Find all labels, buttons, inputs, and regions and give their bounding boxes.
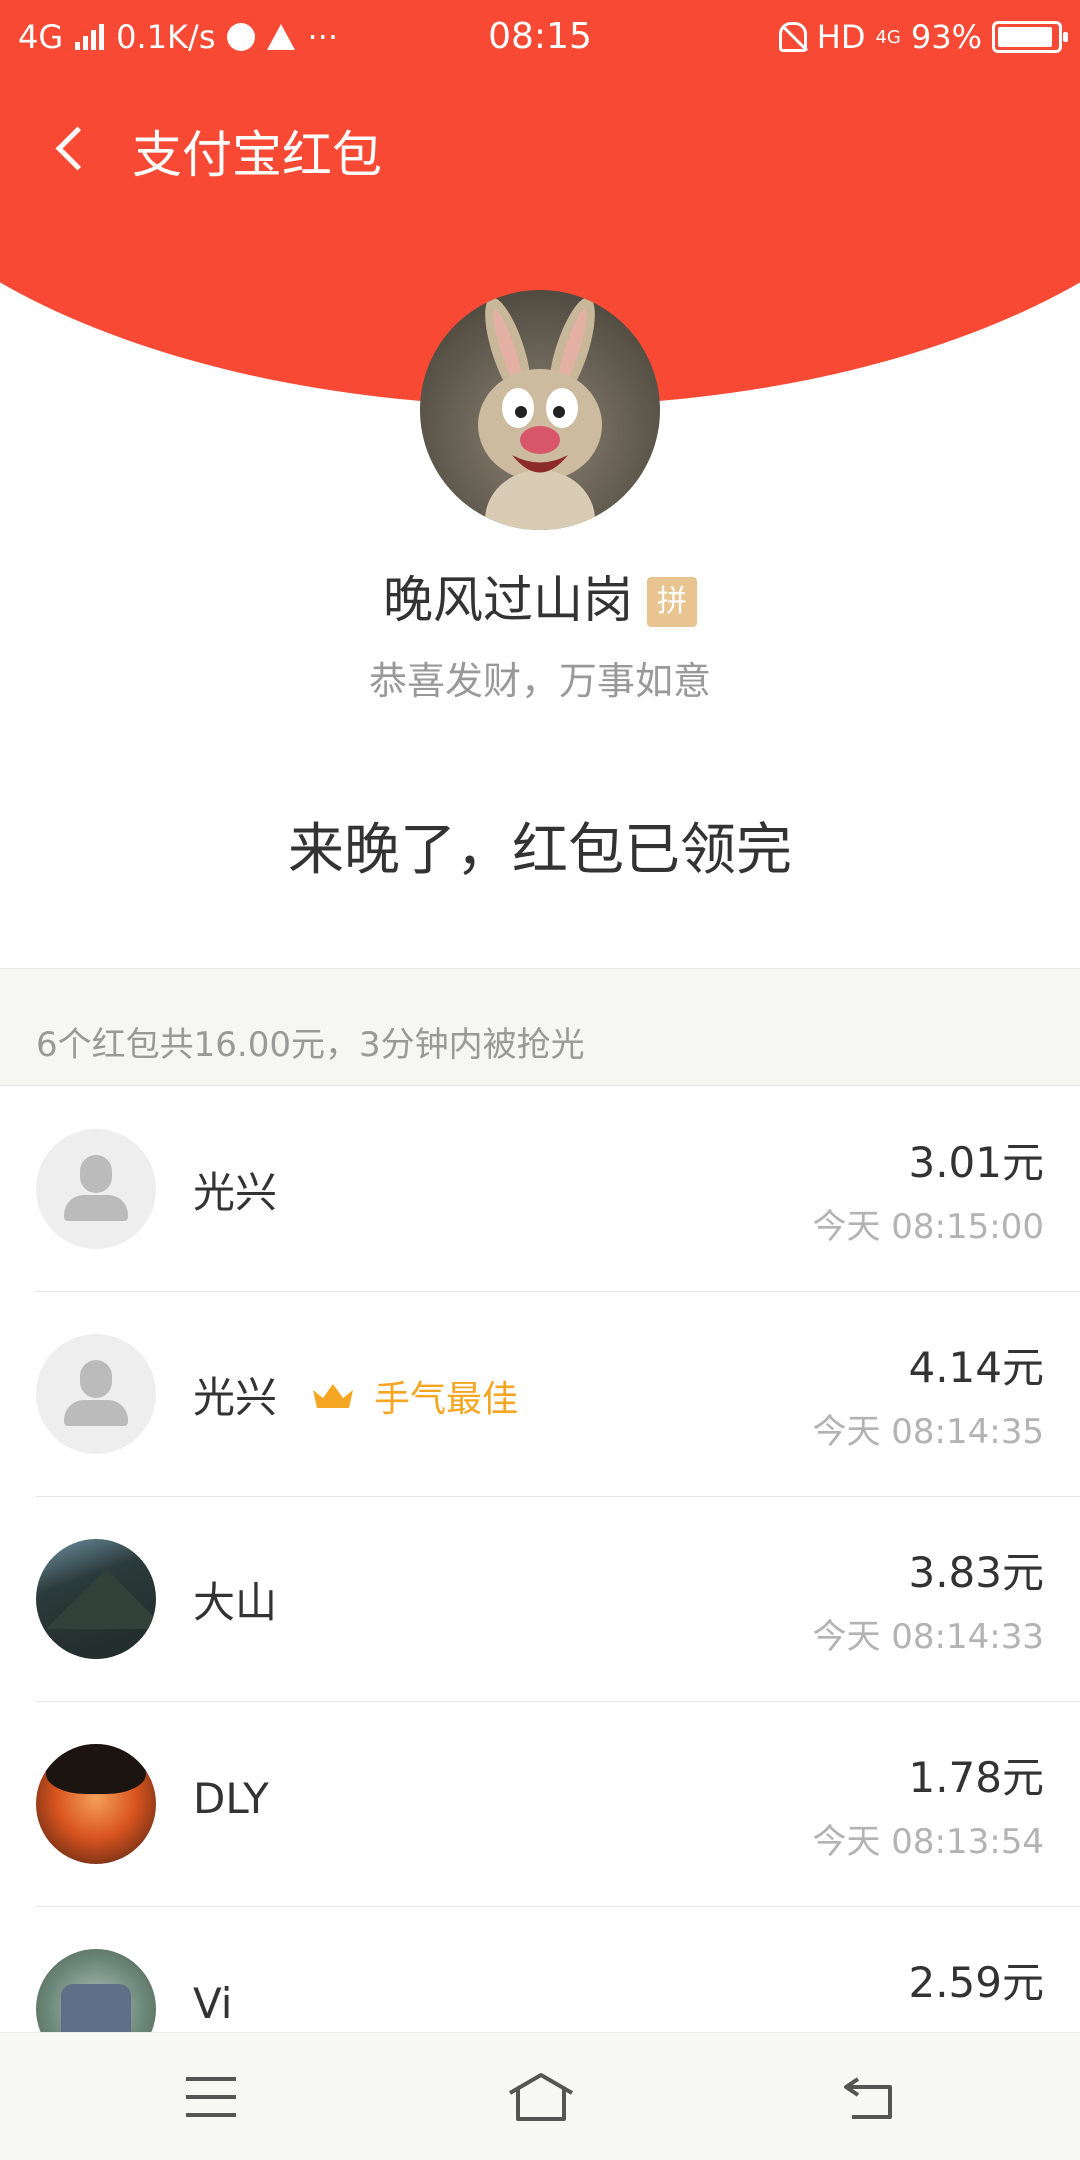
battery-fill — [998, 27, 1052, 47]
recipient-amount: 3.83元 — [908, 1548, 1044, 1597]
menu-icon[interactable] — [186, 2077, 236, 2117]
recipient-amount: 3.01元 — [908, 1138, 1044, 1187]
mute-icon — [778, 22, 807, 52]
recipient-amount: 4.14元 — [908, 1343, 1044, 1392]
summary-band: 6个红包共16.00元，3分钟内被抢光 — [0, 968, 1080, 1086]
list-item[interactable]: 大山 3.83元 今天 08:14:33 — [0, 1497, 1080, 1702]
best-luck-badge: 手气最佳 — [310, 1370, 518, 1422]
anime-avatar — [36, 1744, 156, 1864]
red-packet-detail-page: 4G 0.1K/s ··· 08:15 HD 4G 93% 支付宝红包 晚风过山… — [0, 0, 1080, 2160]
recipient-name: DLY — [193, 1774, 269, 1823]
status-message: 来晚了，红包已领完 — [288, 818, 792, 883]
recipient-list: 光兴 3.01元 今天 08:15:00 光兴 手气最佳 4.14元 今天 08… — [0, 1087, 1080, 2112]
recipient-name: Vi — [193, 1979, 233, 2028]
crown-icon — [310, 1380, 356, 1412]
status-right: HD 4G 93% — [778, 18, 1068, 56]
nav-bar: 支付宝红包 — [0, 95, 1080, 195]
recipient-name: 大山 — [193, 1578, 278, 1627]
status-bar: 4G 0.1K/s ··· 08:15 HD 4G 93% — [0, 0, 1080, 76]
net-small-label: 4G — [875, 26, 901, 48]
sender-avatar[interactable] — [420, 290, 660, 530]
best-luck-label: 手气最佳 — [374, 1379, 519, 1420]
recipient-time: 今天 08:15:00 — [812, 1207, 1044, 1247]
summary-text: 6个红包共16.00元，3分钟内被抢光 — [36, 1025, 585, 1065]
home-icon[interactable] — [506, 2069, 576, 2125]
list-item[interactable]: 光兴 3.01元 今天 08:15:00 — [0, 1087, 1080, 1292]
mountain-avatar — [36, 1539, 156, 1659]
default-avatar-icon — [36, 1334, 156, 1454]
sender-row: 晚风过山岗拼 — [0, 560, 1080, 632]
system-nav-bar — [0, 2032, 1080, 2160]
battery-percent: 93% — [910, 18, 982, 56]
recipient-amount: 2.59元 — [908, 1958, 1044, 2007]
list-item[interactable]: 光兴 手气最佳 4.14元 今天 08:14:35 — [0, 1292, 1080, 1497]
recipient-amount: 1.78元 — [908, 1753, 1044, 1802]
recipient-name: 光兴 — [193, 1373, 278, 1422]
recipient-time: 今天 08:14:35 — [812, 1412, 1044, 1452]
battery-icon — [992, 21, 1068, 53]
hd-label: HD — [816, 18, 866, 56]
recipient-time: 今天 08:13:54 — [812, 1822, 1044, 1862]
back-button[interactable] — [40, 117, 100, 177]
recipient-time: 今天 08:14:33 — [812, 1617, 1044, 1657]
return-icon[interactable] — [842, 2073, 898, 2123]
blessing-text: 恭喜发财，万事如意 — [368, 659, 711, 703]
sender-name: 晚风过山岗 — [383, 571, 633, 629]
recipient-name: 光兴 — [193, 1168, 278, 1217]
page-title: 支付宝红包 — [132, 126, 382, 184]
list-item[interactable]: DLY 1.78元 今天 08:13:54 — [0, 1702, 1080, 1907]
rabbit-avatar-icon — [478, 297, 602, 530]
default-avatar-icon — [36, 1129, 156, 1249]
group-badge: 拼 — [647, 577, 697, 627]
